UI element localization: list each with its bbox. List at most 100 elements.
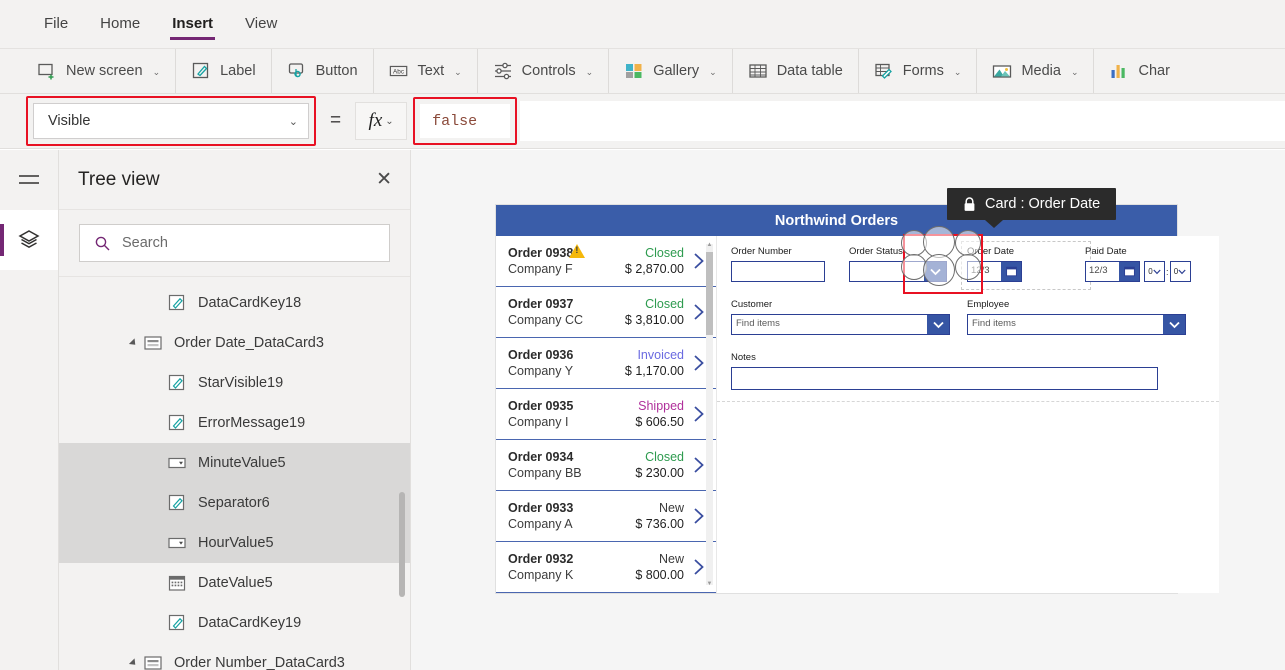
calendar-icon[interactable] [1119, 262, 1139, 281]
menu-item-file[interactable]: File [28, 0, 84, 48]
ribbon-controls-label: Controls [522, 63, 576, 79]
tree-node-label: Order Number_DataCard3 [174, 655, 345, 670]
tree-node-starvisible19[interactable]: StarVisible19 [59, 363, 410, 403]
chevron-down-icon: ⌄ [385, 116, 393, 127]
tree-view-title: Tree view [78, 169, 376, 191]
tree-node-order-date-datacard3[interactable]: Order Date_DataCard3 [59, 323, 410, 363]
gallery-row[interactable]: Order 0938 Company F Closed $ 2,870.00 [496, 236, 716, 287]
scroll-down-icon[interactable]: ▼ [706, 580, 713, 588]
svg-text:Abc: Abc [393, 68, 405, 75]
search-input[interactable]: Search [79, 224, 390, 262]
ribbon-label[interactable]: Label [176, 48, 270, 94]
hamburger-button[interactable] [0, 150, 58, 210]
orders-gallery[interactable]: Order 0938 Company F Closed $ 2,870.00 [496, 236, 717, 593]
label-control-icon [167, 613, 187, 633]
paid-date-input[interactable]: 12/3 [1085, 261, 1140, 282]
paid-time-picker[interactable]: 0 : 0 [1144, 261, 1191, 282]
gallery-row-amount: $ 736.00 [635, 517, 684, 531]
ribbon-forms[interactable]: Forms ⌄ [859, 48, 977, 94]
gallery-row[interactable]: Order 0933 Company A New $ 736.00 [496, 491, 716, 542]
label-control-icon [167, 413, 187, 433]
control-tooltip: Card : Order Date [947, 188, 1116, 220]
formula-bar: Visible ⌄ = fx ⌄ false [0, 94, 1285, 149]
app-header-title: Northwind Orders [775, 213, 898, 229]
ribbon-controls[interactable]: Controls ⌄ [478, 48, 609, 94]
ribbon-media[interactable]: Media ⌄ [977, 48, 1093, 94]
gallery-row[interactable]: Order 0932 Company K New $ 800.00 [496, 542, 716, 593]
tree-node-datevalue5[interactable]: DateValue5 [59, 563, 410, 603]
tree-node-hourvalue5[interactable]: HourValue5 [59, 523, 410, 563]
gallery-row-order: Order 0932 [508, 552, 573, 566]
notes-label: Notes [731, 352, 1205, 363]
search-icon [94, 235, 111, 252]
layers-icon [16, 227, 42, 253]
selection-handle-bottom-center[interactable] [923, 254, 955, 286]
tree-node-minutevalue5[interactable]: MinuteValue5 [59, 443, 410, 483]
notes-card[interactable]: Notes [731, 352, 1205, 400]
chevron-expand-icon[interactable] [129, 658, 138, 667]
customer-placeholder: Find items [732, 315, 927, 334]
gallery-row-status: Closed [625, 246, 684, 260]
property-dropdown[interactable]: Visible ⌄ [33, 103, 309, 139]
tree-node-datacardkey18[interactable]: DataCardKey18 [59, 283, 410, 323]
gallery-row[interactable]: Order 0935 Company I Shipped $ 606.50 [496, 389, 716, 440]
close-icon[interactable]: ✕ [376, 170, 392, 189]
tree-node-datacardkey19[interactable]: DataCardKey19 [59, 603, 410, 643]
tree-view-rail-button[interactable] [0, 210, 58, 270]
paid-minute-dropdown[interactable]: 0 [1170, 261, 1191, 282]
menu-item-insert[interactable]: Insert [156, 0, 229, 48]
control-tooltip-text: Card : Order Date [985, 196, 1100, 212]
ribbon-new-screen[interactable]: New screen ⌄ [22, 48, 175, 94]
insert-ribbon: New screen ⌄ Label Button Abc Text ⌄ [0, 48, 1285, 94]
text-icon: Abc [389, 61, 409, 81]
ribbon-text[interactable]: Abc Text ⌄ [374, 48, 477, 94]
tree-node-label: DateValue5 [198, 575, 273, 591]
hamburger-icon [16, 171, 42, 189]
gallery-scrollbar-thumb[interactable] [706, 252, 713, 335]
gallery-row-company: Company I [508, 415, 635, 429]
notes-input[interactable] [731, 367, 1158, 390]
chevron-expand-icon[interactable] [129, 338, 138, 347]
menu-item-view[interactable]: View [229, 0, 293, 48]
formula-input-background[interactable] [520, 101, 1285, 141]
tree-node-errormessage19[interactable]: ErrorMessage19 [59, 403, 410, 443]
datacard-icon [143, 653, 163, 670]
app-preview: Northwind Orders Order 0938 Company F [496, 205, 1177, 593]
gallery-row[interactable]: Order 0934 Company BB Closed $ 230.00 [496, 440, 716, 491]
selection-handles [907, 234, 987, 294]
equals-sign: = [330, 110, 341, 132]
scroll-up-icon[interactable]: ▲ [706, 241, 713, 249]
gallery-row-order: Order 0934 [508, 450, 573, 464]
tree-node-separator6[interactable]: Separator6 [59, 483, 410, 523]
ribbon-button[interactable]: Button [272, 48, 373, 94]
tree-view-scrollbar[interactable] [399, 492, 405, 597]
gallery-row[interactable]: Order 0937 Company CC Closed $ 3,810.00 [496, 287, 716, 338]
menu-item-home[interactable]: Home [84, 0, 156, 48]
selection-handle-bottom-right[interactable] [955, 254, 981, 280]
form-section-divider [717, 401, 1219, 402]
dropdown-control-icon [167, 533, 187, 553]
warning-icon [569, 244, 585, 258]
paid-hour-dropdown[interactable]: 0 [1144, 261, 1165, 282]
calendar-icon[interactable] [1001, 262, 1021, 281]
employee-combobox[interactable]: Find items [967, 314, 1186, 335]
customer-combobox[interactable]: Find items [731, 314, 950, 335]
formula-input[interactable]: false [420, 104, 510, 138]
ribbon-gallery[interactable]: Gallery ⌄ [609, 48, 731, 94]
data-table-icon [748, 61, 768, 81]
employee-card[interactable]: Employee Find items [967, 299, 1203, 345]
selection-handle-top-right[interactable] [955, 230, 981, 256]
order-number-card[interactable]: Order Number [731, 246, 849, 292]
fx-button[interactable]: fx ⌄ [355, 102, 407, 140]
ribbon-charts[interactable]: Char [1094, 48, 1184, 94]
chevron-down-icon: ⌄ [454, 67, 462, 78]
order-number-input[interactable] [731, 261, 825, 282]
tree-node-label: Order Date_DataCard3 [174, 335, 324, 351]
ribbon-text-label: Text [418, 63, 445, 79]
chevron-down-icon [1178, 269, 1186, 275]
tree-node-order-number-datacard3[interactable]: Order Number_DataCard3 [59, 643, 410, 670]
customer-card[interactable]: Customer Find items [731, 299, 967, 345]
ribbon-data-table[interactable]: Data table [733, 48, 858, 94]
gallery-row[interactable]: Order 0936 Company Y Invoiced $ 1,170.00 [496, 338, 716, 389]
paid-date-card[interactable]: Paid Date 12/3 [1085, 246, 1205, 292]
